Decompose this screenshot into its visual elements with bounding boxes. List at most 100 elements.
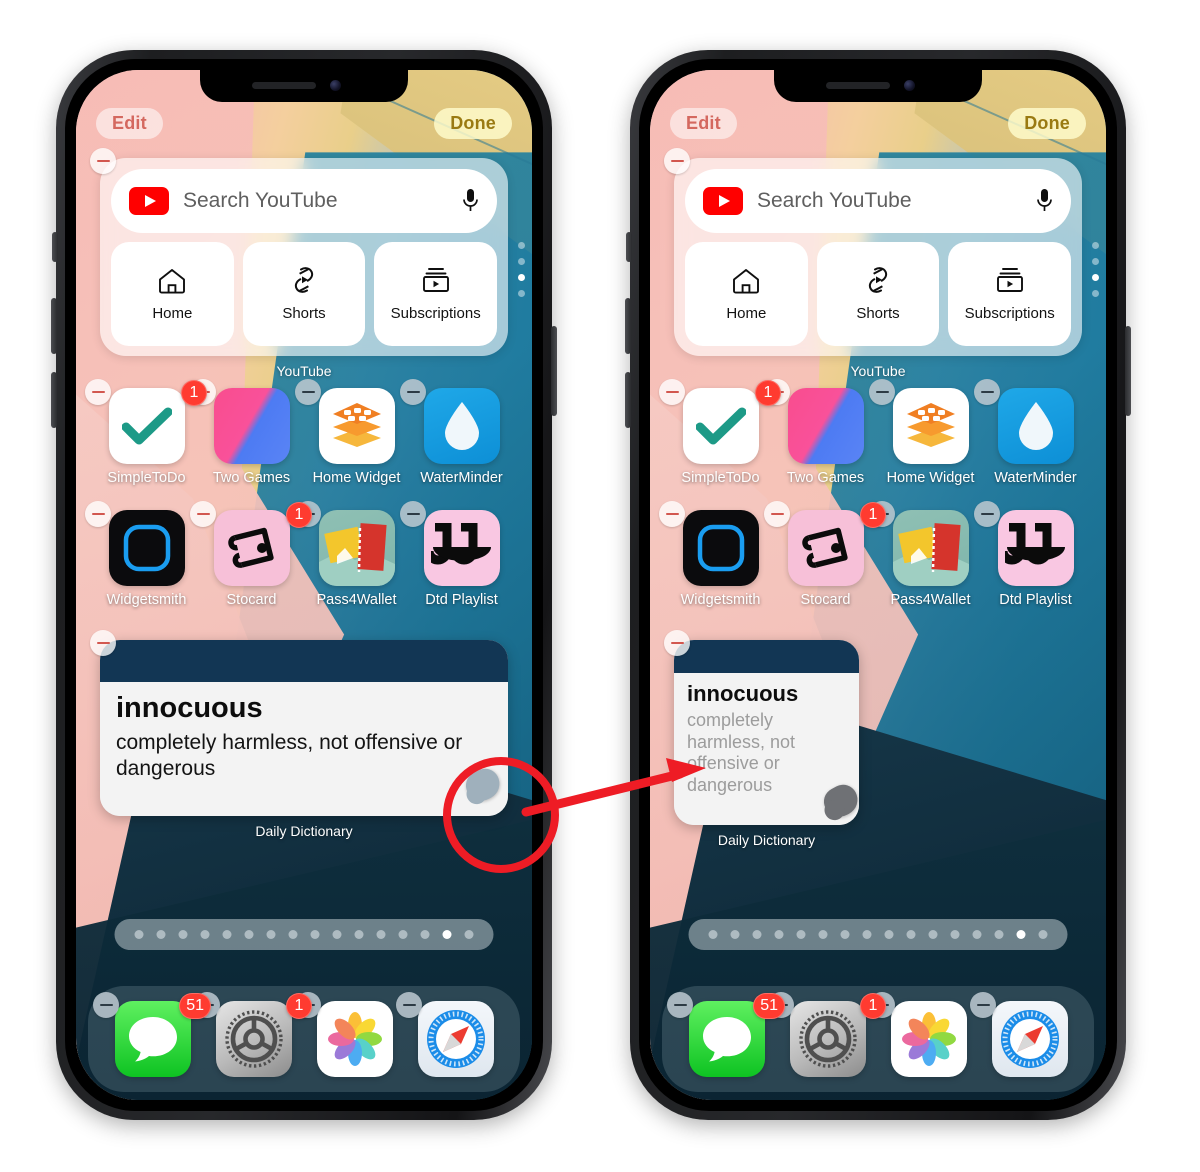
- youtube-search-bar[interactable]: Search YouTube: [685, 169, 1071, 233]
- remove-app-button[interactable]: [659, 501, 685, 527]
- youtube-tile-subscriptions[interactable]: Subscriptions: [948, 242, 1072, 346]
- app-icon-dtd-playlist[interactable]: [997, 510, 1074, 586]
- app-icon-two-games[interactable]: [787, 388, 864, 464]
- edit-button[interactable]: Edit: [670, 108, 737, 139]
- app-icon-messages[interactable]: [688, 1001, 765, 1077]
- dock-app-photos[interactable]: Photos: [295, 992, 405, 1077]
- power-button[interactable]: [1125, 326, 1131, 416]
- power-button[interactable]: [551, 326, 557, 416]
- youtube-widget[interactable]: Search YouTube Home Shorts Subscriptions: [674, 158, 1082, 356]
- remove-app-button[interactable]: [396, 992, 422, 1018]
- youtube-tile-shorts[interactable]: Shorts: [816, 242, 940, 346]
- done-button[interactable]: Done: [1008, 108, 1086, 139]
- youtube-search-bar[interactable]: Search YouTube: [111, 169, 497, 233]
- dictionary-widget-container-left[interactable]: innocuous completely harmless, not offen…: [90, 630, 508, 839]
- app-icon-widgetsmith[interactable]: [682, 510, 759, 586]
- youtube-tile-subscriptions[interactable]: Subscriptions: [374, 242, 498, 346]
- app-pass4wallet[interactable]: Pass4Wallet: [869, 501, 983, 608]
- done-button[interactable]: Done: [434, 108, 512, 139]
- app-icon-pass4wallet[interactable]: [318, 510, 395, 586]
- remove-widget-button[interactable]: [90, 630, 116, 656]
- app-icon-photos[interactable]: [890, 1001, 967, 1077]
- home-screen-page-dots-left[interactable]: [114, 919, 494, 950]
- silent-switch[interactable]: [52, 232, 58, 262]
- app-widgetsmith[interactable]: Widgetsmith: [659, 501, 773, 608]
- volume-down-button[interactable]: [51, 372, 57, 428]
- app-simpletodo[interactable]: 1 SimpleToDo: [659, 379, 781, 486]
- app-icon-home-widget[interactable]: [318, 388, 395, 464]
- app-icon-safari[interactable]: [417, 1001, 494, 1077]
- remove-app-button[interactable]: [659, 379, 685, 405]
- app-icon-stocard[interactable]: [787, 510, 864, 586]
- app-icon-dtd-playlist[interactable]: [423, 510, 500, 586]
- app-icon-messages[interactable]: [114, 1001, 191, 1077]
- app-two-games[interactable]: Two Games: [764, 379, 878, 486]
- app-simpletodo[interactable]: 1 SimpleToDo: [85, 379, 207, 486]
- remove-app-button[interactable]: [85, 501, 111, 527]
- app-icon-pass4wallet[interactable]: [892, 510, 969, 586]
- youtube-tile-shorts[interactable]: Shorts: [242, 242, 366, 346]
- app-dtd-playlist[interactable]: Dtd Playlist: [400, 501, 514, 608]
- app-icon-settings[interactable]: [789, 1001, 866, 1077]
- dock-app-safari[interactable]: Safari: [970, 992, 1080, 1077]
- app-waterminder[interactable]: WaterMinder: [974, 379, 1088, 486]
- app-stocard[interactable]: 1 Stocard: [764, 501, 886, 608]
- app-icon-waterminder[interactable]: [997, 388, 1074, 464]
- app-home-widget[interactable]: Home Widget: [869, 379, 983, 486]
- edit-button[interactable]: Edit: [96, 108, 163, 139]
- dock-app-photos[interactable]: Photos: [869, 992, 979, 1077]
- dock-app-settings[interactable]: 1 Settings: [194, 992, 312, 1077]
- app-icon-safari[interactable]: [991, 1001, 1068, 1077]
- microphone-icon[interactable]: [1036, 188, 1053, 214]
- remove-app-button[interactable]: [190, 501, 216, 527]
- youtube-widget-container[interactable]: Search YouTube Home Shorts Subscriptions…: [664, 148, 1082, 379]
- app-icon-home-widget[interactable]: [892, 388, 969, 464]
- dock-app-messages[interactable]: 51 Messages: [93, 992, 211, 1077]
- youtube-tile-home[interactable]: Home: [685, 242, 808, 346]
- app-icon-two-games[interactable]: [213, 388, 290, 464]
- widget-stack-page-dots-left[interactable]: [518, 242, 525, 297]
- app-icon-photos[interactable]: [316, 1001, 393, 1077]
- volume-up-button[interactable]: [51, 298, 57, 354]
- remove-widget-button[interactable]: [664, 630, 690, 656]
- remove-app-button[interactable]: [400, 501, 426, 527]
- app-stocard[interactable]: 1 Stocard: [190, 501, 312, 608]
- remove-app-button[interactable]: [93, 992, 119, 1018]
- microphone-icon[interactable]: [462, 188, 479, 214]
- app-pass4wallet[interactable]: Pass4Wallet: [295, 501, 409, 608]
- app-icon-settings[interactable]: [215, 1001, 292, 1077]
- remove-app-button[interactable]: [974, 501, 1000, 527]
- remove-app-button[interactable]: [295, 379, 321, 405]
- app-waterminder[interactable]: WaterMinder: [400, 379, 514, 486]
- daily-dictionary-widget[interactable]: innocuous completely harmless, not offen…: [100, 640, 508, 816]
- volume-down-button[interactable]: [625, 372, 631, 428]
- remove-app-button[interactable]: [974, 379, 1000, 405]
- app-icon-stocard[interactable]: [213, 510, 290, 586]
- silent-switch[interactable]: [626, 232, 632, 262]
- app-two-games[interactable]: Two Games: [190, 379, 304, 486]
- remove-widget-button[interactable]: [90, 148, 116, 174]
- widget-stack-page-dots-right[interactable]: [1092, 242, 1099, 297]
- dock-app-messages[interactable]: 51 Messages: [667, 992, 785, 1077]
- remove-app-button[interactable]: [869, 379, 895, 405]
- app-icon-simpletodo[interactable]: [682, 388, 759, 464]
- remove-widget-button[interactable]: [664, 148, 690, 174]
- remove-app-button[interactable]: [85, 379, 111, 405]
- youtube-tile-home[interactable]: Home: [111, 242, 234, 346]
- app-widgetsmith[interactable]: Widgetsmith: [85, 501, 199, 608]
- remove-app-button[interactable]: [400, 379, 426, 405]
- remove-app-button[interactable]: [970, 992, 996, 1018]
- app-dtd-playlist[interactable]: Dtd Playlist: [974, 501, 1088, 608]
- app-icon-simpletodo[interactable]: [108, 388, 185, 464]
- dock-app-settings[interactable]: 1 Settings: [768, 992, 886, 1077]
- remove-app-button[interactable]: [764, 501, 790, 527]
- volume-up-button[interactable]: [625, 298, 631, 354]
- app-icon-widgetsmith[interactable]: [108, 510, 185, 586]
- youtube-widget[interactable]: Search YouTube Home Shorts Subscriptions: [100, 158, 508, 356]
- app-home-widget[interactable]: Home Widget: [295, 379, 409, 486]
- remove-app-button[interactable]: [667, 992, 693, 1018]
- app-icon-waterminder[interactable]: [423, 388, 500, 464]
- home-screen-page-dots-right[interactable]: [688, 919, 1068, 950]
- dictionary-widget-container-right[interactable]: innocuous completely harmless, not offen…: [664, 630, 864, 848]
- dock-app-safari[interactable]: Safari: [396, 992, 506, 1077]
